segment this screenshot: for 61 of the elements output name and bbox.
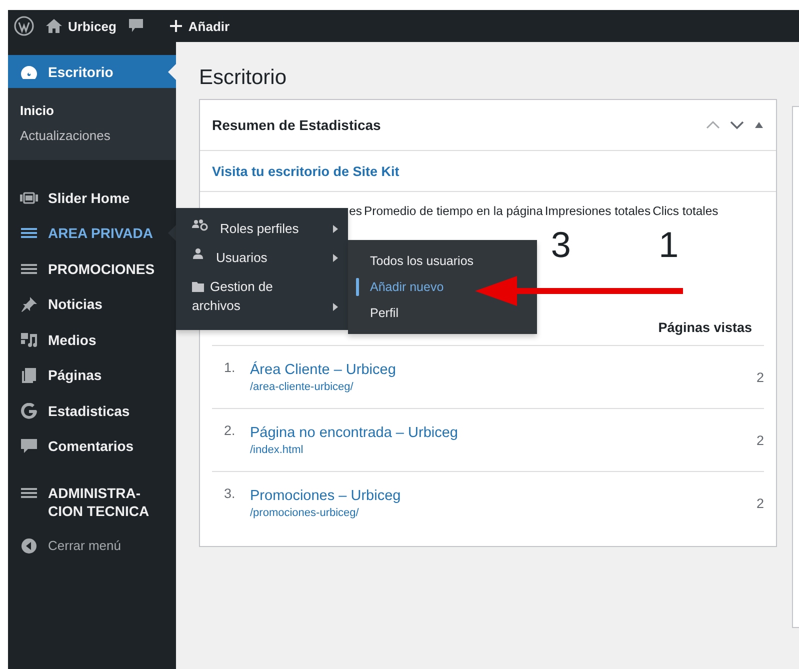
collapse-menu-button[interactable]: Cerrar menú bbox=[8, 528, 176, 564]
stat-value: 3 bbox=[550, 224, 572, 266]
flyout-menu-item[interactable]: Roles perfiles bbox=[176, 214, 348, 243]
wordpress-logo-icon[interactable] bbox=[14, 16, 34, 36]
media-icon bbox=[20, 332, 38, 348]
page-title-link[interactable]: Promociones – Urbiceg bbox=[250, 488, 748, 504]
pin-icon bbox=[20, 296, 38, 312]
stat-label: Impresiones totales bbox=[544, 204, 651, 218]
folder-icon bbox=[192, 281, 204, 293]
site-name-link[interactable]: Urbiceg bbox=[42, 18, 120, 34]
rank-number: 2. bbox=[224, 423, 236, 438]
submenu-item[interactable]: Actualizaciones bbox=[8, 123, 176, 148]
page-title: Escritorio bbox=[199, 66, 288, 91]
submenu-item[interactable]: Inicio bbox=[8, 98, 176, 123]
pages-icon bbox=[20, 367, 38, 384]
menu-icon bbox=[20, 485, 38, 501]
add-new-link[interactable]: Añadir bbox=[166, 18, 234, 34]
sidebar-menu-item[interactable]: ADMINISTRA-CION TECNICA bbox=[8, 472, 176, 520]
stat-label: Promedio de tiempo en la página bbox=[364, 204, 543, 218]
collapse-icon bbox=[20, 538, 38, 554]
page-title-link[interactable]: Área Cliente – Urbiceg bbox=[250, 362, 748, 378]
collapse-toggle-icon[interactable] bbox=[754, 121, 764, 129]
page-path-link[interactable]: /area-cliente-urbiceg/ bbox=[250, 380, 748, 392]
page-title-link[interactable]: Página no encontrada – Urbiceg bbox=[250, 424, 748, 440]
page-views-count: 2 bbox=[756, 496, 764, 510]
sidebar-menu-item[interactable]: Páginas bbox=[8, 358, 176, 393]
sidebar-menu-item[interactable]: Comentarios bbox=[8, 428, 176, 464]
page-path-link[interactable]: /index.html bbox=[250, 444, 748, 456]
site-kit-link[interactable]: Visita tu escritorio de Site Kit bbox=[212, 164, 400, 178]
slider-icon bbox=[20, 190, 38, 206]
dashboard-icon bbox=[20, 64, 38, 80]
sidebar-menu-item[interactable]: Medios bbox=[8, 322, 176, 358]
sidebar-menu-item[interactable]: Escritorio bbox=[8, 55, 176, 88]
stat-label: es bbox=[349, 204, 362, 218]
flyout-menu-item[interactable]: Usuarios bbox=[176, 243, 348, 272]
widget-title: Resumen de Estadisticas bbox=[212, 117, 381, 133]
submenu-item[interactable]: Añadir nuevo bbox=[348, 274, 537, 300]
stat-value: 1 bbox=[658, 224, 680, 266]
page-path-link[interactable]: /promociones-urbiceg/ bbox=[250, 506, 748, 518]
comment-icon bbox=[20, 438, 38, 454]
rank-number: 3. bbox=[224, 486, 236, 501]
users-gear-icon bbox=[192, 219, 208, 231]
user-icon bbox=[192, 248, 204, 260]
sidebar-menu-item[interactable]: Noticias bbox=[8, 286, 176, 322]
sidebar-menu-item[interactable]: AREA PRIVADA bbox=[8, 216, 176, 251]
comment-icon[interactable] bbox=[128, 18, 144, 34]
google-g-icon bbox=[20, 402, 38, 419]
sidebar-menu-item[interactable]: Estadisticas bbox=[8, 393, 176, 428]
home-icon bbox=[46, 19, 62, 33]
flyout-menu-item[interactable]: Gestion de archivos bbox=[176, 272, 348, 320]
column-header: Páginas vistas bbox=[658, 320, 752, 335]
sidebar-menu-item[interactable]: Slider Home bbox=[8, 180, 176, 216]
stat-label: Clics totales bbox=[652, 204, 718, 218]
page-views-count: 2 bbox=[756, 370, 764, 384]
submenu-item[interactable]: Perfil bbox=[348, 300, 537, 326]
sidebar-menu-item[interactable]: PROMOCIONES bbox=[8, 251, 176, 286]
rank-number: 1. bbox=[224, 360, 236, 375]
plus-icon bbox=[170, 20, 182, 32]
page-views-count: 2 bbox=[756, 432, 764, 448]
move-down-icon[interactable] bbox=[730, 120, 744, 130]
submenu-item[interactable]: Todos los usuarios bbox=[348, 248, 537, 274]
